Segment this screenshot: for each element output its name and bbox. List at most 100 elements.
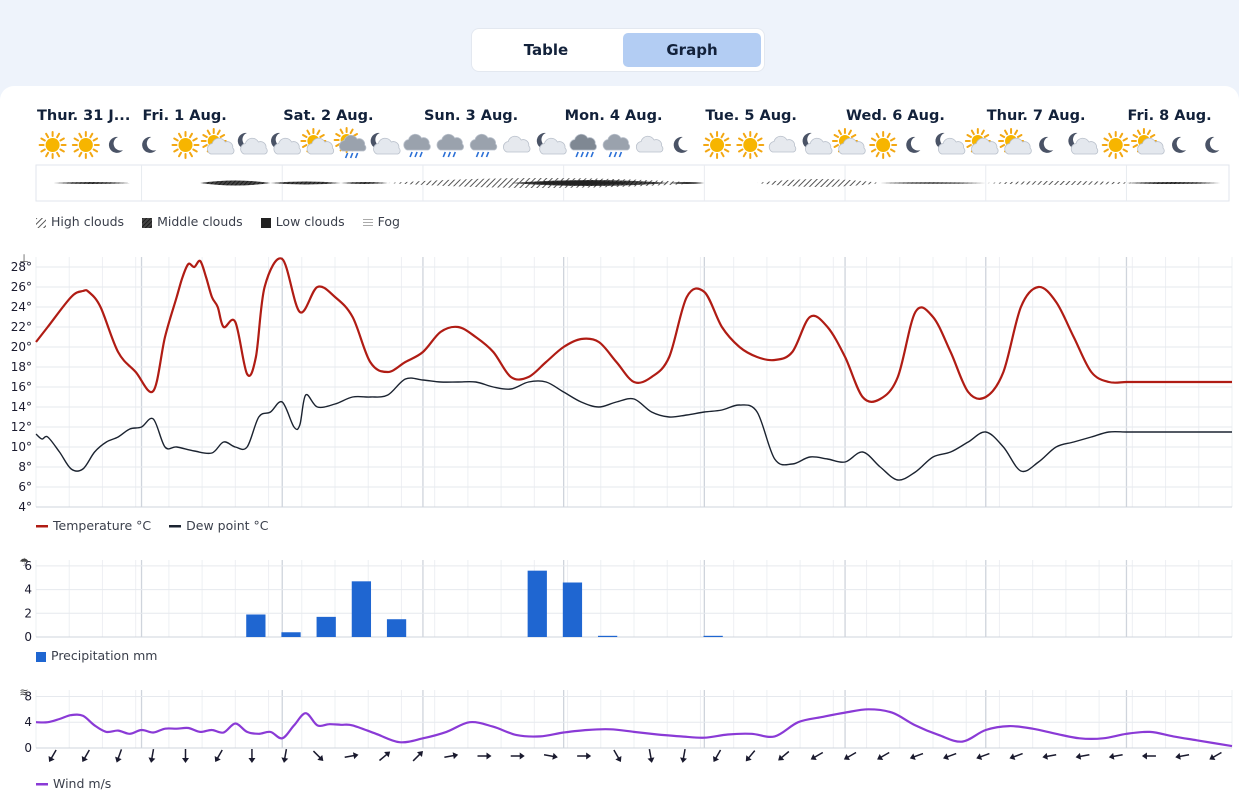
temperature-tick-label: 26° <box>11 280 32 294</box>
wind-direction-arrow <box>477 752 492 760</box>
legend-dew-point: Dew point °C <box>169 518 268 533</box>
sun-cloud-icon <box>964 128 999 155</box>
precipitation-bar <box>246 614 266 637</box>
day-label: Fri. 1 Aug. <box>143 108 227 124</box>
legend-fog: Fog <box>362 214 400 229</box>
wind-direction-arrow <box>613 749 622 763</box>
wind-direction-arrow <box>1042 752 1057 760</box>
moon-icon <box>142 136 157 153</box>
wind-direction-arrow <box>344 752 359 760</box>
moon-cloud-icon <box>270 132 301 155</box>
wind-direction-arrow <box>214 749 223 763</box>
wind-direction-arrow <box>182 749 189 763</box>
umbrella-icon: ☂ <box>19 556 29 569</box>
wind-direction-arrow <box>843 751 857 761</box>
sun-cloud-rain-icon <box>333 127 367 159</box>
day-label: Fri. 8 Aug. <box>1127 108 1211 124</box>
moon-icon <box>673 136 688 153</box>
wind-direction-arrow <box>1108 752 1123 760</box>
moon-cloud-icon <box>935 132 966 155</box>
precipitation-tick-label: 2 <box>24 606 32 620</box>
cloud-icon <box>768 135 797 153</box>
moon-cloud-icon <box>802 132 833 155</box>
precipitation-bar <box>281 632 301 637</box>
wind-direction-arrow <box>1075 752 1090 760</box>
cloud-rain-icon <box>436 133 464 158</box>
moon-cloud-icon <box>237 132 268 155</box>
temperature-tick-label: 22° <box>11 320 32 334</box>
moon-cloud-icon <box>536 132 567 155</box>
sun-icon <box>71 131 100 159</box>
legend-high-clouds: High clouds <box>36 214 124 229</box>
moon-icon <box>1171 136 1187 153</box>
wind-direction-arrow <box>1141 752 1156 760</box>
wind-direction-arrow <box>713 749 722 763</box>
moon-cloud-icon <box>370 132 401 155</box>
cloud-legend: High clouds Middle clouds Low clouds Fog <box>36 214 414 229</box>
wind-direction-arrow <box>909 752 924 760</box>
sun-icon <box>1101 131 1130 159</box>
wind-direction-arrow <box>1009 752 1023 760</box>
day-label: Sun. 3 Aug. <box>424 108 518 124</box>
wind-direction-arrow <box>1175 752 1190 760</box>
cloud-rain-heavy-icon <box>569 133 597 158</box>
precipitation-legend: Precipitation mm <box>36 648 171 663</box>
temperature-legend: Temperature °C Dew point °C <box>36 518 282 533</box>
wind-direction-arrow <box>543 752 558 760</box>
precipitation-bar <box>316 616 336 637</box>
wind-direction-arrow <box>1209 751 1222 761</box>
sun-icon <box>703 131 732 159</box>
precipitation-bar <box>703 635 723 637</box>
temperature-tick-label: 14° <box>11 400 32 414</box>
moon-icon <box>906 136 921 153</box>
temperature-tick-label: 4° <box>18 500 32 514</box>
wind-direction-arrow <box>877 751 890 761</box>
sun-icon <box>38 131 67 159</box>
legend-temperature: Temperature °C <box>36 518 151 533</box>
precipitation-bar <box>597 635 618 637</box>
temperature-tick-label: 18° <box>11 360 32 374</box>
sun-cloud-icon <box>831 128 866 155</box>
temperature-tick-label: 10° <box>11 440 32 454</box>
legend-wind: Wind m/s <box>36 776 111 791</box>
wind-direction-arrow <box>48 749 57 763</box>
temperature-tick-label: 20° <box>11 340 32 354</box>
wind-direction-arrow <box>680 748 687 763</box>
wind-direction-arrow <box>248 749 256 763</box>
moon-icon <box>1039 136 1054 153</box>
sun-cloud-icon <box>300 128 335 155</box>
legend-middle-clouds: Middle clouds <box>142 214 243 229</box>
wind-direction-arrow <box>312 750 324 761</box>
wind-direction-arrow <box>81 749 90 763</box>
moon-icon <box>1205 136 1220 153</box>
wind-direction-arrow <box>148 748 156 763</box>
wind-direction-arrow <box>510 752 525 760</box>
sun-cloud-icon <box>200 128 235 155</box>
sun-cloud-icon <box>1130 128 1165 155</box>
wind-direction-arrow <box>577 752 592 760</box>
thermometer-icon: ⊥ <box>19 252 29 265</box>
sun-icon <box>869 131 898 159</box>
wind-direction-arrow <box>745 750 756 762</box>
wind-direction-arrow <box>378 751 391 762</box>
wind-direction-arrow <box>810 751 824 761</box>
precipitation-bar <box>351 581 372 637</box>
precipitation-bar <box>562 582 583 637</box>
legend-low-clouds: Low clouds <box>260 214 345 229</box>
day-label: Thur. 7 Aug. <box>987 108 1086 124</box>
day-label: Wed. 6 Aug. <box>846 108 945 124</box>
cloud-icon <box>635 135 664 153</box>
precipitation-bar <box>527 570 547 637</box>
cloud-rain-icon <box>469 133 498 158</box>
precipitation-tick-label: 0 <box>24 630 32 644</box>
cloud-rain-icon <box>602 133 631 158</box>
temperature-tick-label: 12° <box>11 420 32 434</box>
wind-legend: Wind m/s <box>36 776 125 791</box>
day-label: Tue. 5 Aug. <box>705 108 797 124</box>
moon-icon <box>108 136 124 153</box>
precipitation-tick-label: 4 <box>24 583 32 597</box>
day-label: Mon. 4 Aug. <box>565 108 663 124</box>
wind-direction-arrow <box>444 752 459 760</box>
wind-direction-arrow <box>647 748 655 763</box>
wind-direction-arrow <box>943 752 957 760</box>
